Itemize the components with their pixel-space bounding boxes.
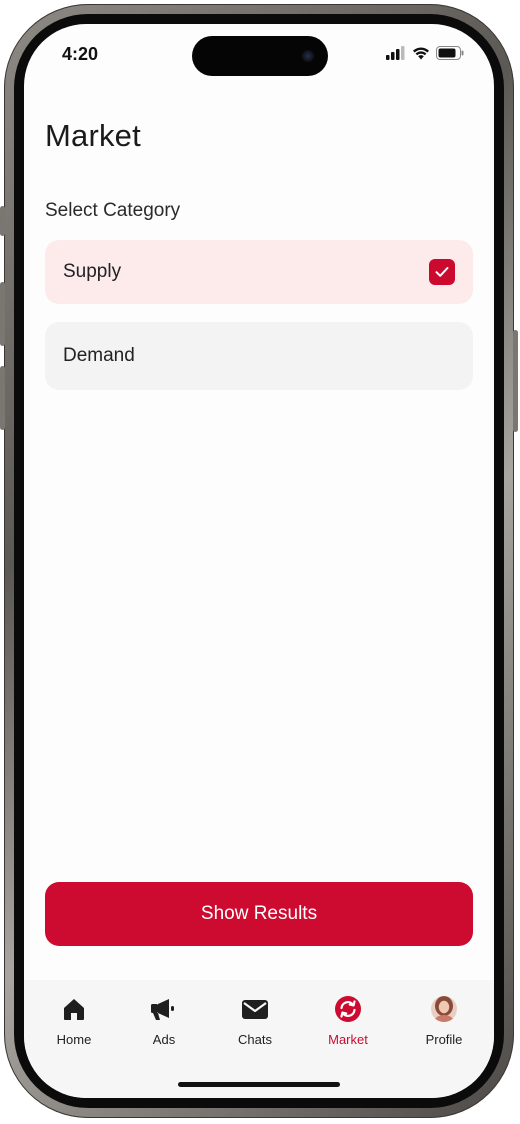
category-option-demand[interactable]: Demand [45,322,473,390]
category-option-supply[interactable]: Supply [45,240,473,304]
cellular-signal-icon [386,46,405,60]
tab-bar: Home Ads Chats Market Profile [24,980,494,1098]
tab-ads[interactable]: Ads [124,994,204,1054]
status-bar: 4:20 [24,24,494,84]
page-title: Market [45,118,141,153]
tab-home[interactable]: Home [34,994,114,1054]
home-indicator [178,1082,340,1087]
category-option-label: Supply [63,261,122,282]
envelope-icon [240,994,270,1024]
checkbox-checked[interactable] [429,259,455,285]
tab-label: Profile [425,1032,463,1047]
tab-label: Market [328,1032,368,1047]
tab-label: Ads [152,1032,176,1047]
checkmark-icon [435,267,449,277]
avatar [429,994,459,1024]
tab-chats[interactable]: Chats [215,994,295,1054]
tab-market[interactable]: Market [308,994,388,1054]
camera-icon [302,50,314,62]
dynamic-island [192,36,328,76]
wifi-icon [413,47,429,60]
screen: 4:20 Market Select Category Supply Deman… [24,24,494,1098]
status-time: 4:20 [62,44,99,64]
power-button [513,330,518,432]
tab-profile[interactable]: Profile [404,994,484,1054]
action-button [0,206,5,236]
megaphone-icon [149,994,179,1024]
home-icon [59,994,89,1024]
status-icons [386,46,464,60]
show-results-button[interactable]: Show Results [45,882,473,946]
tab-label: Chats [238,1032,272,1047]
section-label: Select Category [45,200,181,221]
volume-down-button [0,366,5,430]
battery-icon [436,46,464,60]
sync-icon [333,994,363,1024]
volume-up-button [0,282,5,346]
category-option-label: Demand [63,345,135,366]
tab-label: Home [56,1032,92,1047]
